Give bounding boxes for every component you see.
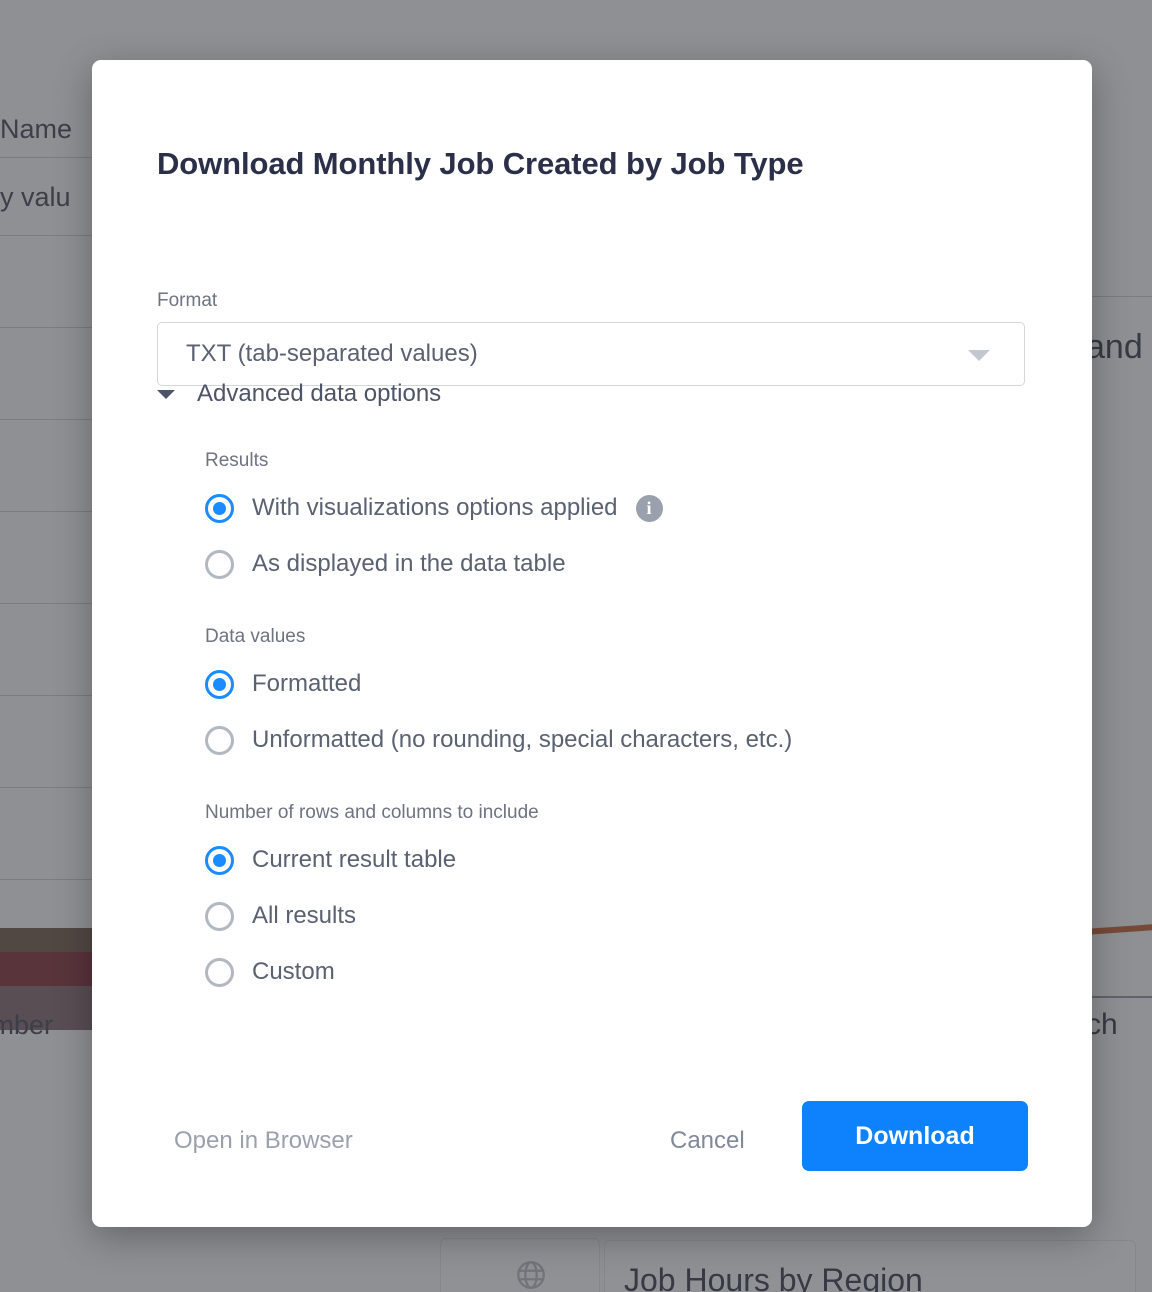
group-label: Results	[205, 450, 269, 471]
radio-label: Unformatted (no rounding, special charac…	[252, 726, 793, 753]
radio-option-unformatted[interactable]: Unformatted (no rounding, special charac…	[205, 712, 792, 768]
radio-indicator[interactable]	[205, 493, 234, 523]
radio-indicator[interactable]	[205, 549, 234, 579]
dialog-title: Download Monthly Job Created by Job Type	[157, 146, 804, 181]
radio-indicator[interactable]	[205, 669, 234, 699]
radio-option-as-displayed-in-the-data-table[interactable]: As displayed in the data table	[205, 536, 663, 592]
format-select[interactable]: TXT (tab-separated values)	[157, 322, 1025, 386]
download-dialog: Download Monthly Job Created by Job Type…	[92, 60, 1092, 1227]
radio-option-current-result-table[interactable]: Current result table	[205, 832, 539, 888]
dialog-footer: Open in Browser Cancel Download	[92, 1077, 1092, 1227]
caret-down-icon	[157, 389, 175, 399]
radio-option-custom[interactable]: Custom	[205, 944, 539, 1000]
format-select-value: TXT (tab-separated values)	[186, 340, 478, 367]
radio-group-results: Results With visualizations options appl…	[205, 450, 663, 592]
radio-option-formatted[interactable]: Formatted	[205, 656, 792, 712]
format-label: Format	[157, 290, 218, 311]
radio-indicator[interactable]	[205, 845, 234, 875]
radio-label: As displayed in the data table	[252, 550, 566, 577]
radio-option-with-visualizations-options-applied[interactable]: With visualizations options applied i	[205, 480, 663, 536]
radio-label: With visualizations options applied	[252, 494, 618, 521]
chevron-down-icon	[968, 350, 990, 361]
radio-indicator[interactable]	[205, 957, 234, 987]
group-label: Data values	[205, 626, 306, 647]
radio-group-data-values: Data values Formatted Unformatted (no ro…	[205, 626, 792, 768]
advanced-data-options-label: Advanced data options	[197, 380, 442, 407]
group-label: Number of rows and columns to include	[205, 802, 539, 823]
open-in-browser-button[interactable]: Open in Browser	[174, 1127, 353, 1155]
cancel-button[interactable]: Cancel	[670, 1127, 745, 1155]
radio-group-rows-and-columns: Number of rows and columns to include Cu…	[205, 802, 539, 1000]
radio-label: Current result table	[252, 846, 457, 873]
download-button[interactable]: Download	[802, 1101, 1028, 1171]
radio-label: All results	[252, 902, 357, 929]
info-icon[interactable]: i	[635, 494, 663, 522]
radio-indicator[interactable]	[205, 725, 234, 755]
radio-label: Custom	[252, 958, 335, 985]
advanced-data-options-toggle[interactable]: Advanced data options	[157, 380, 441, 408]
radio-indicator[interactable]	[205, 901, 234, 931]
format-field: Format TXT (tab-separated values)	[157, 290, 1027, 386]
screen: nt Name any valu ecember and ch Job	[0, 0, 1152, 1292]
radio-option-all-results[interactable]: All results	[205, 888, 539, 944]
radio-label: Formatted	[252, 670, 362, 697]
